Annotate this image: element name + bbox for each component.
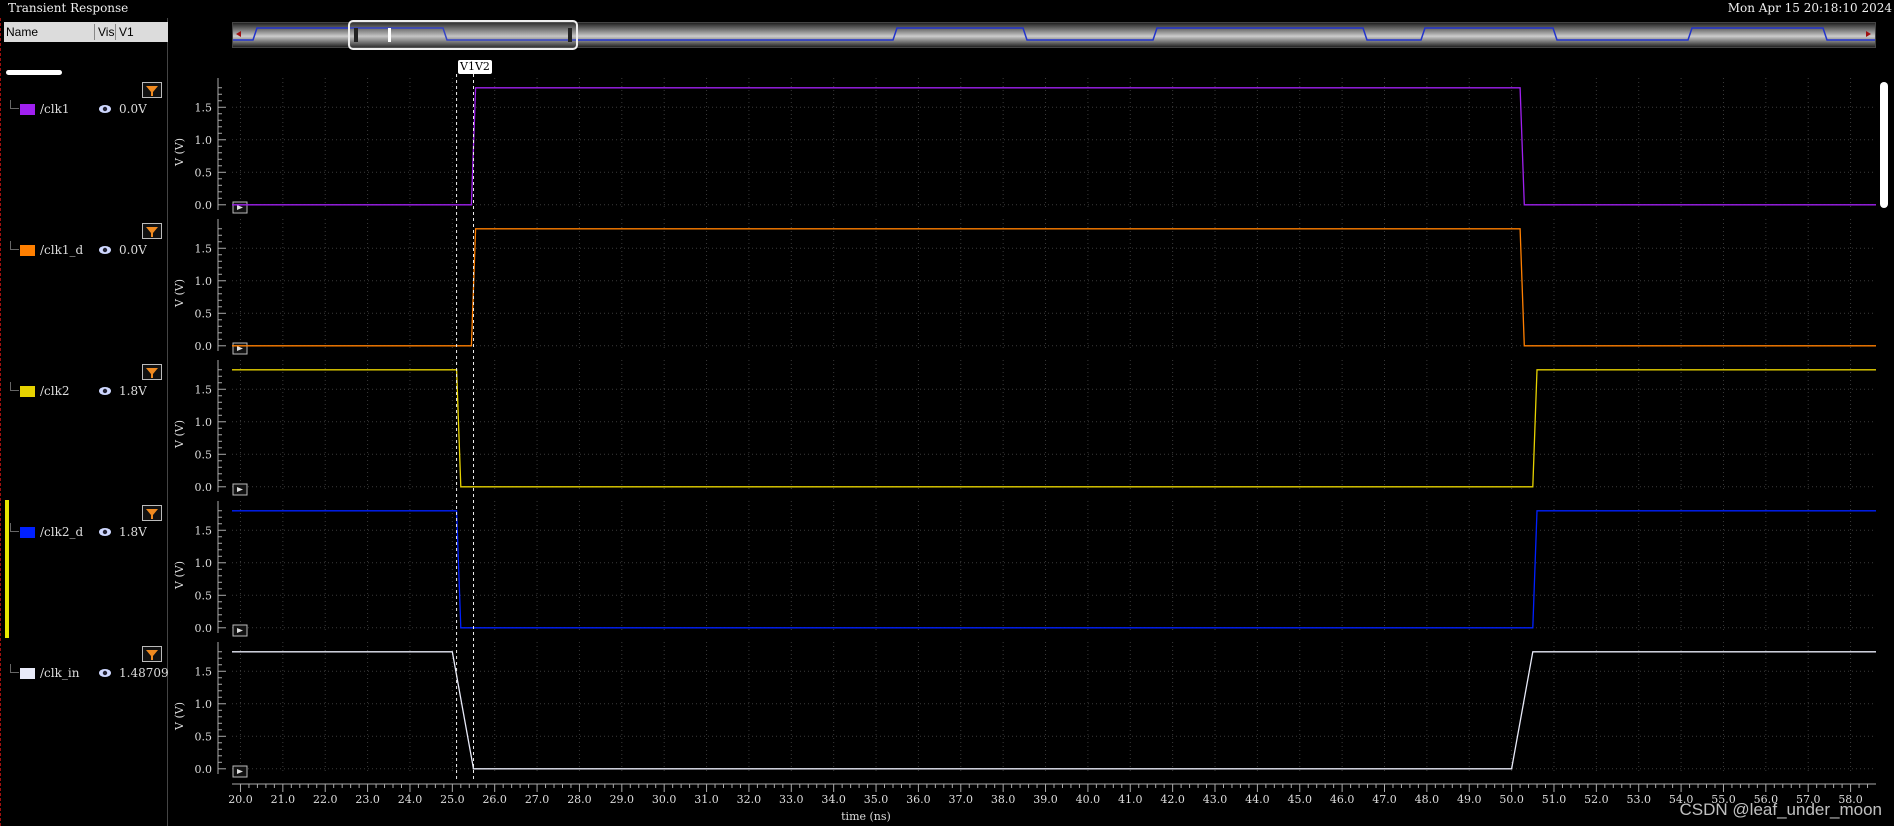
waveform-clk1 (232, 87, 1876, 206)
y-tick-label: 0.0 (195, 763, 213, 776)
waveform-clk1_d (232, 228, 1876, 347)
x-tick-label: 48.0 (1415, 793, 1440, 806)
y-tick-label: 1.5 (195, 665, 213, 678)
x-tick-label: 32.0 (737, 793, 762, 806)
x-tick-label: 49.0 (1457, 793, 1482, 806)
x-tick-label: 28.0 (567, 793, 592, 806)
x-tick-label: 45.0 (1288, 793, 1313, 806)
y-axis-label: V (V) (173, 420, 186, 449)
y-tick-label: 1.5 (195, 524, 213, 537)
x-tick-label: 36.0 (906, 793, 931, 806)
y-tick-label: 0.5 (195, 589, 213, 602)
y-tick-label: 0.0 (195, 199, 213, 212)
x-tick-label: 38.0 (991, 793, 1016, 806)
x-tick-label: 37.0 (949, 793, 974, 806)
y-tick-label: 0.5 (195, 166, 213, 179)
x-tick-label: 30.0 (652, 793, 677, 806)
y-tick-label: 0.5 (195, 448, 213, 461)
y-tick-label: 0.0 (195, 340, 213, 353)
x-tick-label: 24.0 (398, 793, 423, 806)
waveform-clk_in (232, 651, 1876, 770)
x-tick-label: 25.0 (440, 793, 465, 806)
x-tick-label: 51.0 (1542, 793, 1567, 806)
x-tick-label: 20.0 (228, 793, 253, 806)
y-tick-label: 1.0 (195, 416, 213, 429)
x-tick-label: 47.0 (1372, 793, 1397, 806)
x-tick-label: 52.0 (1584, 793, 1609, 806)
y-tick-label: 1.5 (195, 101, 213, 114)
x-tick-label: 39.0 (1033, 793, 1058, 806)
x-tick-label: 41.0 (1118, 793, 1143, 806)
waveform-clk2_d (232, 510, 1876, 629)
x-tick-label: 21.0 (271, 793, 296, 806)
x-tick-label: 42.0 (1160, 793, 1185, 806)
x-tick-label: 31.0 (694, 793, 719, 806)
x-tick-label: 40.0 (1076, 793, 1101, 806)
waveform-clk2 (232, 369, 1876, 488)
x-tick-label: 27.0 (525, 793, 550, 806)
x-tick-label: 43.0 (1203, 793, 1228, 806)
x-tick-label: 53.0 (1626, 793, 1651, 806)
y-axis-label: V (V) (173, 702, 186, 731)
y-tick-label: 1.5 (195, 242, 213, 255)
x-tick-label: 22.0 (313, 793, 338, 806)
y-tick-label: 0.5 (195, 307, 213, 320)
x-tick-label: 26.0 (482, 793, 507, 806)
y-axis-label: V (V) (173, 279, 186, 308)
y-tick-label: 1.0 (195, 557, 213, 570)
x-axis-label: time (ns) (841, 810, 891, 823)
y-tick-label: 1.5 (195, 383, 213, 396)
waveform-chart: 0.0 0.5 1.0 1.5 V (V) 0.0 0.5 1.0 1.5 V (V) 0.0 0.5… (173, 74, 1876, 823)
y-tick-label: 1.0 (195, 134, 213, 147)
y-tick-label: 1.0 (195, 275, 213, 288)
y-tick-label: 0.5 (195, 730, 213, 743)
y-tick-label: 0.0 (195, 622, 213, 635)
y-axis-label: V (V) (173, 561, 186, 590)
y-axis-label: V (V) (173, 138, 186, 167)
x-tick-label: 35.0 (864, 793, 889, 806)
x-tick-label: 50.0 (1499, 793, 1524, 806)
x-tick-label: 34.0 (821, 793, 846, 806)
y-tick-label: 1.0 (195, 698, 213, 711)
x-tick-label: 33.0 (779, 793, 804, 806)
x-tick-label: 23.0 (355, 793, 380, 806)
x-tick-label: 29.0 (610, 793, 635, 806)
x-tick-label: 46.0 (1330, 793, 1355, 806)
y-tick-label: 0.0 (195, 481, 213, 494)
x-tick-label: 44.0 (1245, 793, 1270, 806)
watermark: CSDN @leaf_under_moon (1679, 800, 1882, 819)
